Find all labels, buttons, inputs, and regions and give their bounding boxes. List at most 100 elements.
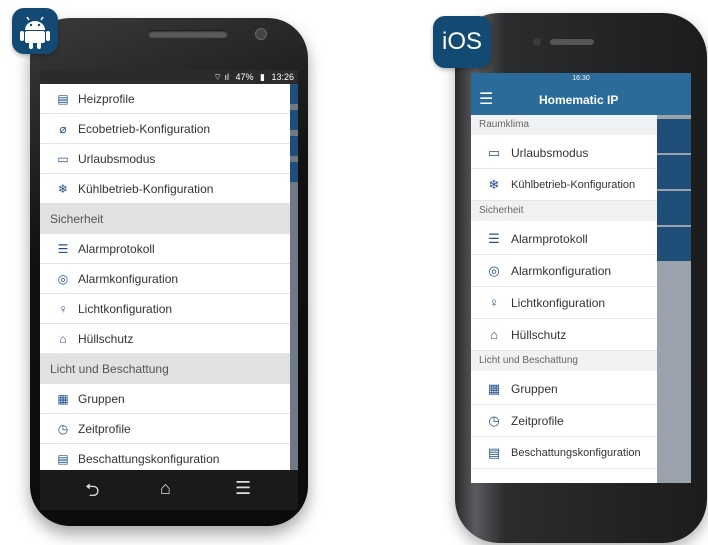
android-status-bar: ⌔ ıl 47% ▮ 13:26 <box>40 70 298 84</box>
menu-item-label: Hüllschutz <box>78 332 134 346</box>
menu-item[interactable]: ▦ Gruppen <box>40 384 290 414</box>
menu-item-label: Ecobetrieb-Konfiguration <box>78 122 211 136</box>
house-icon: ⌂ <box>490 327 498 342</box>
menu-item[interactable]: ◷ Zeitprofile <box>40 414 290 444</box>
light-tile <box>657 227 691 261</box>
list-icon: ☰ <box>57 242 69 256</box>
menu-item[interactable]: ▦ Gruppen <box>471 373 657 405</box>
home-icon[interactable]: ⌂ <box>160 478 171 499</box>
speaker-grille <box>148 30 228 38</box>
menu-item[interactable]: ☰ Alarmprotokoll <box>40 234 290 264</box>
menu-item[interactable]: ▭ Urlaubsmodus <box>40 144 290 174</box>
menu-item[interactable]: ◷ Zeitprofile <box>471 405 657 437</box>
android-menu: ▤ Heizprofile ⌀ Ecobetrieb-Konfiguration ▭ Ur… <box>40 84 290 470</box>
alarm-config-icon: ◎ <box>57 272 69 286</box>
menu-item[interactable]: ♀ Lichtkonfiguration <box>471 287 657 319</box>
front-camera <box>533 38 541 46</box>
section-header: Raumklima <box>471 115 657 135</box>
wifi-icon: ⌔ ıl <box>213 72 229 82</box>
menu-item-label: Lichtkonfiguration <box>78 302 173 316</box>
menu-item[interactable]: ▤ Beschattungskonfiguration <box>40 444 290 470</box>
alarm-tile <box>290 136 298 156</box>
android-nav-bar: ⮌ ⌂ ☰ <box>40 470 298 510</box>
time-profile-icon: ◷ <box>57 422 69 436</box>
menu-icon[interactable]: ☰ <box>235 478 251 499</box>
snowflake-icon: ❄ <box>57 182 69 196</box>
bulb-icon: ♀ <box>489 295 499 310</box>
menu-item-label: Alarmprotokoll <box>78 242 155 256</box>
alarm-config-icon: ◎ <box>488 263 500 278</box>
menu-item-label: Hüllschutz <box>511 328 567 342</box>
groups-icon: ▦ <box>487 381 501 396</box>
ios-background-panel <box>657 115 691 483</box>
shading-icon: ▤ <box>487 445 501 460</box>
android-robot-icon <box>20 16 50 49</box>
menu-item-label: Beschattungskonfiguration <box>511 447 641 459</box>
menu-item[interactable]: ❄ Kühlbetrieb-Konfiguration <box>40 174 290 204</box>
battery-level: 47% <box>235 72 254 82</box>
back-icon[interactable]: ⮌ <box>85 478 99 508</box>
alarm-tile <box>657 191 691 225</box>
ios-status-bar: 16:30 <box>471 73 691 85</box>
menu-item-label: Heizprofile <box>78 92 135 106</box>
speaker-grille <box>550 39 594 45</box>
menu-item-label: Gruppen <box>511 382 558 396</box>
menu-item-label: Urlaubsmodus <box>78 152 156 166</box>
ios-screen: 16:30 ☰ Homematic IP Raumklima ▭ Urlaubsmo… <box>471 73 691 483</box>
android-phone: ⌔ ıl 47% ▮ 13:26 ▤ Heizprofile ⌀ Ecobetrieb… <box>30 18 308 526</box>
android-logo-badge <box>12 8 58 54</box>
thermometer-tile <box>290 84 298 104</box>
menu-item[interactable]: ♀ Lichtkonfiguration <box>40 294 290 324</box>
menu-item-label: Zeitprofile <box>78 422 131 436</box>
menu-item[interactable]: ☰ Alarmprotokoll <box>471 223 657 255</box>
menu-item[interactable]: ▭ Urlaubsmodus <box>471 137 657 169</box>
ios-menu: Raumklima ▭ Urlaubsmodus ❄ Kühlbetrieb-Konfi… <box>471 115 657 483</box>
section-header: Licht und Beschattung <box>471 351 657 371</box>
sun-tile <box>290 110 298 130</box>
menu-item-label: Kühlbetrieb-Konfiguration <box>511 179 636 191</box>
menu-item[interactable]: ❄ Kühlbetrieb-Konfiguration <box>471 169 657 201</box>
menu-item-label: Gruppen <box>78 392 125 406</box>
section-header: Licht und Beschattung <box>40 354 290 384</box>
hamburger-icon[interactable]: ☰ <box>479 85 493 115</box>
menu-item[interactable]: ◎ Alarmkonfiguration <box>471 255 657 287</box>
status-time: 13:26 <box>271 72 294 82</box>
light-tile <box>290 162 298 182</box>
status-time: 16:30 <box>572 75 590 82</box>
holiday-icon: ▭ <box>487 145 501 160</box>
time-profile-icon: ◷ <box>488 413 500 428</box>
section-header: Sicherheit <box>40 204 290 234</box>
sun-tile <box>657 155 691 189</box>
menu-item-label: Beschattungskonfiguration <box>78 452 220 466</box>
section-header: Sicherheit <box>471 201 657 221</box>
menu-item[interactable]: ⌀ Ecobetrieb-Konfiguration <box>40 114 290 144</box>
eco-leaf-icon: ⌀ <box>59 122 67 136</box>
menu-item[interactable]: ⌂ Hüllschutz <box>40 324 290 354</box>
menu-item-label: Alarmkonfiguration <box>78 272 179 286</box>
menu-item[interactable]: ⌂ Hüllschutz <box>471 319 657 351</box>
menu-item-label: Urlaubsmodus <box>511 146 589 160</box>
holiday-icon: ▭ <box>57 152 69 166</box>
shading-icon: ▤ <box>57 452 69 466</box>
menu-item-label: Zeitprofile <box>511 414 564 428</box>
snowflake-icon: ❄ <box>488 177 500 192</box>
menu-item-label: Alarmkonfiguration <box>511 264 612 278</box>
bulb-icon: ♀ <box>58 302 68 316</box>
battery-icon: ▮ <box>260 72 265 82</box>
android-screen: ⌔ ıl 47% ▮ 13:26 ▤ Heizprofile ⌀ Ecobetrieb… <box>40 70 298 470</box>
list-icon: ☰ <box>488 231 500 246</box>
thermometer-tile <box>657 119 691 153</box>
front-camera <box>255 28 267 40</box>
ios-badge: iOS <box>433 16 491 68</box>
groups-icon: ▦ <box>57 392 69 406</box>
menu-item-label: Kühlbetrieb-Konfiguration <box>78 182 214 196</box>
menu-item[interactable]: ◎ Alarmkonfiguration <box>40 264 290 294</box>
android-background-panel <box>290 84 298 470</box>
menu-item-label: Lichtkonfiguration <box>511 296 606 310</box>
app-title: Homematic IP <box>539 93 619 107</box>
house-icon: ⌂ <box>59 332 67 346</box>
menu-item[interactable]: ▤ Heizprofile <box>40 84 290 114</box>
menu-item-label: Alarmprotokoll <box>511 232 588 246</box>
menu-item[interactable]: ▤ Beschattungskonfiguration <box>471 437 657 469</box>
heat-profile-icon: ▤ <box>57 92 69 106</box>
